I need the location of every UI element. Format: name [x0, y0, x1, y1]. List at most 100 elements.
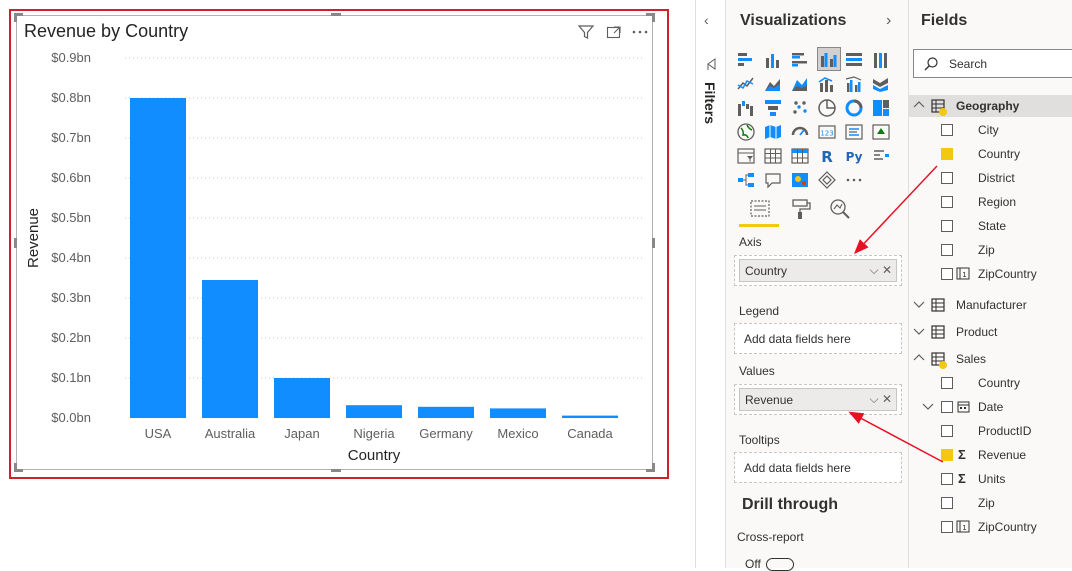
stacked-area-chart-icon[interactable] — [790, 74, 810, 94]
waterfall-chart-icon[interactable] — [736, 98, 756, 118]
bar[interactable] — [130, 98, 186, 418]
more-visuals-icon[interactable] — [844, 170, 864, 190]
arcgis-map-icon[interactable] — [790, 170, 810, 190]
checkbox[interactable] — [941, 473, 953, 485]
close-icon[interactable]: ✕ — [882, 392, 892, 406]
checkbox[interactable] — [941, 521, 953, 533]
stacked-column-chart-icon[interactable] — [763, 50, 783, 70]
expand-chevron-icon[interactable]: › — [886, 12, 891, 30]
multi-row-card-icon[interactable] — [844, 122, 864, 142]
ribbon-chart-icon[interactable] — [871, 74, 891, 94]
resize-handle-top-left-v[interactable] — [14, 13, 17, 22]
pie-chart-icon[interactable] — [817, 98, 837, 118]
bar-chart-visual[interactable]: Revenue by Country $0.0bn $0.1bn $0.2bn $0.… — [14, 13, 655, 472]
values-field-pill[interactable]: Revenue ⌵ ✕ — [739, 388, 897, 411]
line-and-stacked-column-chart-icon[interactable] — [817, 74, 837, 94]
field-row-city[interactable]: City — [909, 119, 1072, 141]
field-row-revenue[interactable]: Σ Revenue — [909, 444, 1072, 466]
format-paint-roller-icon[interactable] — [789, 197, 813, 221]
chevron-down-icon[interactable] — [912, 297, 926, 311]
checkbox[interactable] — [941, 196, 953, 208]
checkbox-checked[interactable] — [941, 449, 953, 461]
chevron-up-icon[interactable] — [912, 351, 926, 365]
key-influencers-icon[interactable] — [871, 146, 891, 166]
resize-handle-left[interactable] — [14, 238, 17, 248]
resize-handle-bottom-right-v[interactable] — [652, 463, 655, 472]
chevron-down-icon[interactable] — [921, 399, 935, 413]
axis-field-pill[interactable]: Country ⌵ ✕ — [739, 259, 897, 282]
checkbox[interactable] — [941, 497, 953, 509]
table-row-manufacturer[interactable]: Manufacturer — [909, 294, 1072, 316]
donut-chart-icon[interactable] — [844, 98, 864, 118]
checkbox[interactable] — [941, 124, 953, 136]
table-row-sales[interactable]: Sales — [909, 348, 1072, 370]
bar[interactable] — [562, 415, 618, 418]
chevron-down-icon[interactable] — [912, 324, 926, 338]
close-icon[interactable]: ✕ — [882, 263, 892, 277]
checkbox[interactable] — [941, 401, 953, 413]
collapse-chevron-icon[interactable]: ‹ — [704, 12, 709, 28]
shape-map-icon[interactable] — [790, 122, 810, 142]
field-row-region[interactable]: Region — [909, 191, 1072, 213]
resize-handle-bottom[interactable] — [331, 469, 341, 472]
resize-handle-top-right-v[interactable] — [652, 13, 655, 22]
area-chart-icon[interactable] — [763, 74, 783, 94]
field-row-units[interactable]: Σ Units — [909, 468, 1072, 490]
r-script-visual-icon[interactable]: R — [817, 146, 837, 166]
visualizations-pane[interactable]: Visualizations › 123 R Py Axis Country ⌵… — [725, 0, 908, 571]
chevron-down-icon[interactable]: ⌵ — [869, 392, 878, 406]
checkbox[interactable] — [941, 172, 953, 184]
line-and-clustered-column-chart-icon[interactable] — [844, 74, 864, 94]
field-row-zip[interactable]: Zip — [909, 492, 1072, 514]
field-row-zipcountry[interactable]: 1 ZipCountry — [909, 516, 1072, 538]
slicer-icon[interactable] — [736, 146, 756, 166]
checkbox[interactable] — [941, 377, 953, 389]
chevron-up-icon[interactable] — [912, 98, 926, 112]
table-row-geography[interactable]: Geography — [909, 95, 1072, 117]
analytics-magnifier-icon[interactable] — [828, 197, 852, 221]
kpi-icon[interactable] — [871, 122, 891, 142]
100-stacked-bar-chart-icon[interactable] — [844, 50, 864, 70]
tooltips-well[interactable]: Add data fields here — [734, 452, 902, 483]
values-well[interactable]: Revenue ⌵ ✕ — [734, 384, 902, 415]
line-chart-icon[interactable] — [736, 74, 756, 94]
decomposition-tree-icon[interactable] — [736, 170, 756, 190]
checkbox[interactable] — [941, 425, 953, 437]
field-row-date[interactable]: Date — [909, 396, 1072, 418]
resize-handle-right[interactable] — [652, 238, 655, 248]
scatter-chart-icon[interactable] — [790, 98, 810, 118]
bar[interactable] — [346, 405, 402, 418]
field-row-country[interactable]: Country — [909, 143, 1072, 165]
filled-map-icon[interactable] — [763, 122, 783, 142]
map-icon[interactable] — [736, 122, 756, 142]
field-row-district[interactable]: District — [909, 167, 1072, 189]
clustered-column-chart-icon-selected[interactable] — [817, 47, 841, 71]
treemap-icon[interactable] — [871, 98, 891, 118]
field-row-state[interactable]: State — [909, 215, 1072, 237]
bar[interactable] — [418, 406, 474, 418]
field-row-zip[interactable]: Zip — [909, 239, 1072, 261]
filters-label[interactable]: Filters — [702, 82, 718, 124]
funnel-chart-icon[interactable] — [763, 98, 783, 118]
clustered-bar-chart-icon[interactable] — [790, 50, 810, 70]
cross-report-toggle[interactable]: Off — [745, 557, 795, 571]
legend-well[interactable]: Add data fields here — [734, 323, 902, 354]
qna-icon[interactable] — [763, 170, 783, 190]
bar[interactable] — [202, 280, 258, 418]
power-apps-icon[interactable] — [817, 170, 837, 190]
resize-handle-top[interactable] — [331, 13, 341, 16]
bar[interactable] — [274, 378, 330, 418]
chevron-down-icon[interactable]: ⌵ — [869, 263, 878, 277]
checkbox-checked[interactable] — [941, 148, 953, 160]
bar[interactable] — [490, 408, 546, 418]
checkbox[interactable] — [941, 268, 953, 280]
field-row-country[interactable]: Country — [909, 372, 1072, 394]
checkbox[interactable] — [941, 244, 953, 256]
fields-tab-icon[interactable] — [748, 198, 772, 222]
filters-pane[interactable]: ‹ Filters — [695, 0, 725, 568]
card-icon[interactable]: 123 — [817, 122, 837, 142]
100-stacked-column-chart-icon[interactable] — [871, 50, 891, 70]
python-visual-icon[interactable]: Py — [844, 146, 864, 166]
table-visual-icon[interactable] — [763, 146, 783, 166]
axis-well[interactable]: Country ⌵ ✕ — [734, 255, 902, 286]
